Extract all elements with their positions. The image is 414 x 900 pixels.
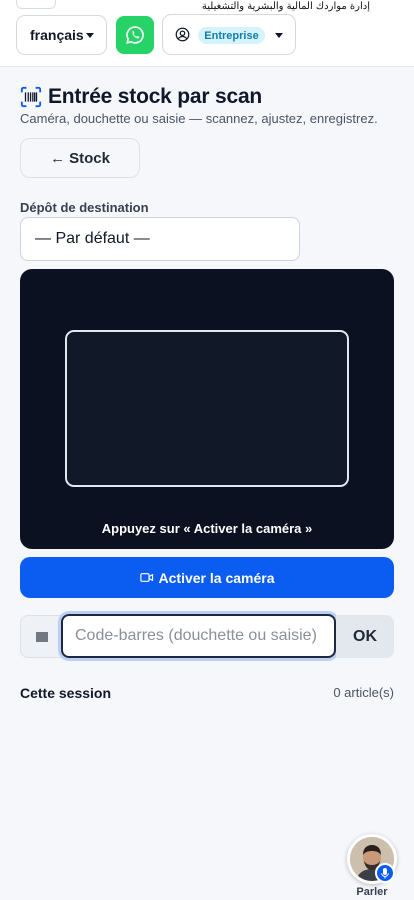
plan-badge: Entreprise bbox=[198, 27, 265, 44]
depot-select-value: — Par défaut — bbox=[35, 230, 150, 247]
user-circle-icon bbox=[175, 27, 190, 42]
language-select[interactable]: français bbox=[16, 15, 107, 55]
session-title: Cette session bbox=[20, 685, 112, 701]
back-to-stock-button[interactable]: ← Stock bbox=[20, 138, 140, 178]
top-stub-button[interactable] bbox=[16, 0, 56, 9]
ok-button[interactable]: OK bbox=[336, 615, 394, 658]
arrow-left-icon: ← bbox=[50, 149, 66, 167]
back-button-label: Stock bbox=[69, 149, 110, 167]
caret-down-icon bbox=[86, 33, 94, 38]
barcode-input[interactable] bbox=[61, 614, 336, 658]
camera-hint: Appuyez sur « Activer la caméra » bbox=[101, 521, 313, 536]
barcode-icon bbox=[35, 631, 48, 642]
scan-frame bbox=[65, 330, 349, 487]
barcode-scan-icon bbox=[20, 86, 42, 108]
microphone-icon bbox=[375, 863, 395, 883]
page-subtitle: Caméra, douchette ou saisie — scannez, a… bbox=[20, 111, 378, 126]
video-camera-icon bbox=[139, 573, 153, 582]
talk-label: Parler bbox=[356, 886, 388, 898]
depot-label: Dépôt de destination bbox=[20, 200, 149, 215]
activate-camera-button[interactable]: Activer la caméra bbox=[20, 557, 394, 598]
top-bar: إدارة مواردك المالية والبشرية والتشغيلية… bbox=[0, 0, 414, 67]
page-header: Entrée stock par scan bbox=[20, 84, 262, 110]
whatsapp-icon bbox=[126, 26, 144, 44]
depot-select[interactable]: — Par défaut — bbox=[20, 217, 300, 261]
account-menu-button[interactable]: Entreprise bbox=[162, 14, 296, 55]
caret-down-icon bbox=[275, 33, 283, 38]
talk-assistant-button[interactable] bbox=[347, 834, 397, 884]
page-title: Entrée stock par scan bbox=[48, 85, 263, 108]
session-count: 0 article(s) bbox=[333, 685, 394, 700]
activate-camera-label: Activer la caméra bbox=[158, 569, 275, 586]
whatsapp-button[interactable] bbox=[116, 16, 154, 54]
camera-viewport: Appuyez sur « Activer la caméra » bbox=[20, 269, 394, 549]
barcode-prefix bbox=[20, 615, 62, 658]
app-tagline: إدارة مواردك المالية والبشرية والتشغيلية bbox=[201, 1, 370, 12]
language-select-value: français bbox=[30, 27, 84, 43]
barcode-entry: OK bbox=[20, 614, 394, 658]
